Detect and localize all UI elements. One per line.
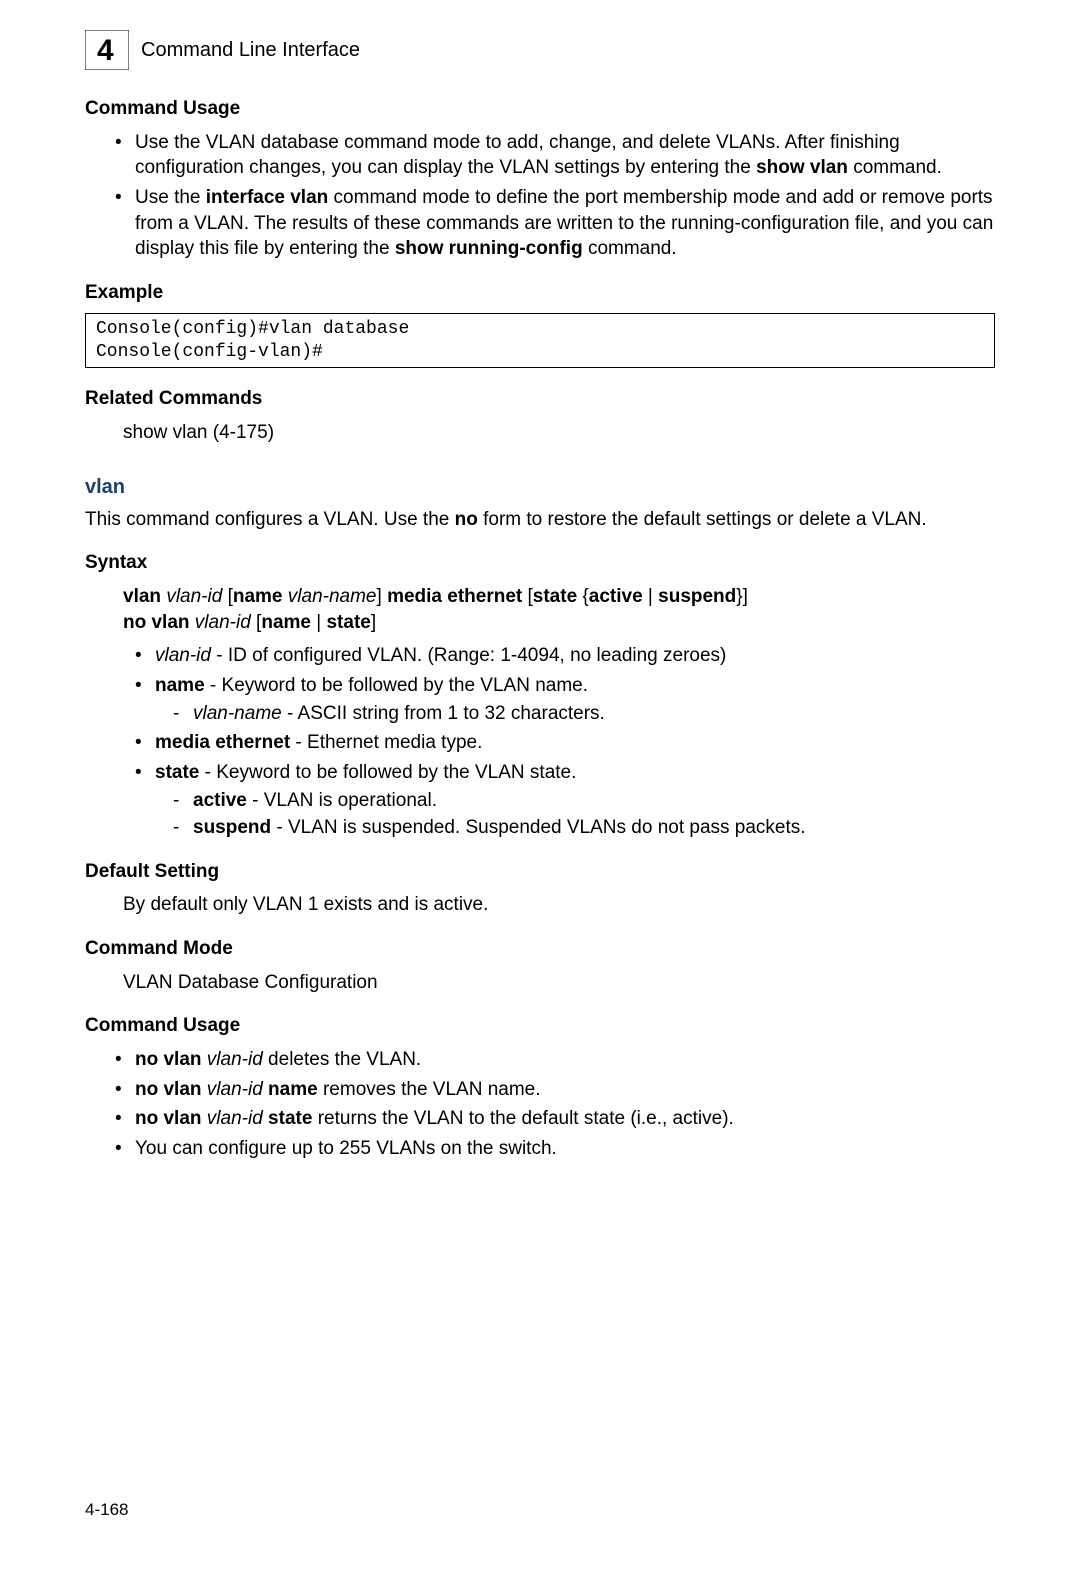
param-active: active - VLAN is operational. <box>193 788 995 814</box>
usage1-item2: Use the interface vlan command mode to d… <box>135 185 995 262</box>
section-related: Related Commands <box>85 386 995 412</box>
section-mode: Command Mode <box>85 936 995 962</box>
mode-text: VLAN Database Configuration <box>85 970 995 996</box>
syntax-line2: no vlan vlan-id [name | state] <box>123 610 995 636</box>
syntax-line1: vlan vlan-id [name vlan-name] media ethe… <box>123 584 995 610</box>
section-syntax: Syntax <box>85 550 995 576</box>
param-vlanname: vlan-name - ASCII string from 1 to 32 ch… <box>193 701 995 727</box>
syntax-lines: vlan vlan-id [name vlan-name] media ethe… <box>85 584 995 635</box>
usage1-list: Use the VLAN database command mode to ad… <box>85 130 995 262</box>
page-content: 4 Command Line Interface Command Usage U… <box>0 0 1080 1232</box>
usage1-item1: Use the VLAN database command mode to ad… <box>135 130 995 181</box>
header-title: Command Line Interface <box>141 37 360 64</box>
param-media: media ethernet - Ethernet media type. <box>155 730 995 756</box>
page-footer: 4-168 <box>85 1500 128 1520</box>
command-description: This command configures a VLAN. Use the … <box>85 507 995 533</box>
param-state: state - Keyword to be followed by the VL… <box>155 760 995 841</box>
usage2-i4: You can configure up to 255 VLANs on the… <box>135 1136 995 1162</box>
chapter-badge-icon: 4 <box>85 30 129 70</box>
section-example: Example <box>85 280 995 306</box>
chapter-number: 4 <box>97 34 114 67</box>
page-header: 4 Command Line Interface <box>85 30 995 70</box>
default-text: By default only VLAN 1 exists and is act… <box>85 892 995 918</box>
related-text: show vlan (4-175) <box>85 420 995 446</box>
param-name: name - Keyword to be followed by the VLA… <box>155 673 995 726</box>
section-command-usage1: Command Usage <box>85 96 995 122</box>
syntax-params: vlan-id - ID of configured VLAN. (Range:… <box>85 643 995 840</box>
command-title-vlan: vlan <box>85 474 995 501</box>
section-default: Default Setting <box>85 859 995 885</box>
param-suspend: suspend - VLAN is suspended. Suspended V… <box>193 815 995 841</box>
usage2-list: no vlan vlan-id deletes the VLAN. no vla… <box>85 1047 995 1162</box>
usage2-i3: no vlan vlan-id state returns the VLAN t… <box>135 1106 995 1132</box>
usage2-i1: no vlan vlan-id deletes the VLAN. <box>135 1047 995 1073</box>
usage2-i2: no vlan vlan-id name removes the VLAN na… <box>135 1077 995 1103</box>
section-command-usage2: Command Usage <box>85 1013 995 1039</box>
example-code: Console(config)#vlan database Console(co… <box>85 313 995 368</box>
param-vlanid: vlan-id - ID of configured VLAN. (Range:… <box>155 643 995 669</box>
